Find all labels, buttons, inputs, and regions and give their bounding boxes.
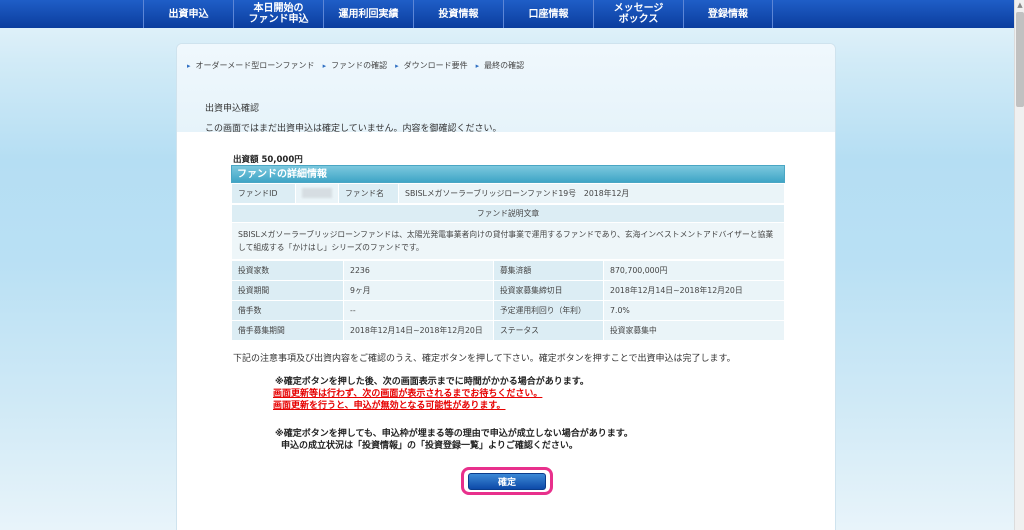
nav-item-yield-results[interactable]: 運用利回実績 <box>323 0 413 28</box>
breadcrumb-item: 最終の確認 <box>476 60 524 71</box>
stat-label: 投資期間 <box>231 280 344 301</box>
table-row: 投資期間 9ヶ月 投資家募集締切日 2018年12月14日~2018年12月20… <box>231 280 785 301</box>
investment-amount: 出資額 50,000円 <box>233 155 303 165</box>
stat-label: 借手募集期間 <box>231 320 344 341</box>
breadcrumb-item[interactable]: オーダーメード型ローンファンド <box>187 60 315 71</box>
note-not-established: ※確定ボタンを押しても、申込枠が埋まる等の理由で申込が成立しない場合があります。 <box>275 429 633 439</box>
stat-label: ステータス <box>493 320 604 341</box>
stat-value: 870,700,000円 <box>603 260 785 281</box>
nav-item-account-info[interactable]: 口座情報 <box>503 0 593 28</box>
stat-value: 2236 <box>343 260 494 281</box>
table-row: 借手数 -- 予定運用利回り（年利） 7.0% <box>231 300 785 321</box>
confirm-button[interactable]: 確定 <box>468 472 546 490</box>
vertical-scrollbar[interactable]: ▲ <box>1014 0 1024 530</box>
fund-id-value <box>295 183 339 204</box>
instruction-text: 下記の注意事項及び出資内容をご確認のうえ、確定ボタンを押して下さい。確定ボタンを… <box>233 354 736 364</box>
nav-item-application[interactable]: 出資申込 <box>143 0 233 28</box>
scroll-up-arrow-icon[interactable]: ▲ <box>1015 0 1024 10</box>
table-row: 借手募集期間 2018年12月14日~2018年12月20日 ステータス 投資家… <box>231 320 785 341</box>
nav-item-registration[interactable]: 登録情報 <box>683 0 773 28</box>
stat-value: 投資家募集中 <box>603 320 785 341</box>
fund-details: ファンドの詳細情報 ファンドID ファンド名 SBISLメガソーラーブリッジロー… <box>231 165 785 341</box>
table-row: 投資家数 2236 募集済額 870,700,000円 <box>231 260 785 281</box>
table-row: ファンド説明文章 <box>231 204 785 223</box>
stat-label: 投資家募集締切日 <box>493 280 604 301</box>
fund-description-label: ファンド説明文章 <box>231 204 785 223</box>
stat-label: 借手数 <box>231 300 344 321</box>
panel-header <box>177 44 835 132</box>
warning-invalid: 画面更新を行うと、申込が無効となる可能性があります。 <box>273 401 506 411</box>
fund-name-value: SBISLメガソーラーブリッジローンファンド19号 2018年12月 <box>398 183 785 204</box>
warning-no-refresh: 画面更新等は行わず、次の画面が表示されるまでお待ちください。 <box>273 389 543 399</box>
nav-item-investment-info[interactable]: 投資情報 <box>413 0 503 28</box>
note-delay: ※確定ボタンを押した後、次の画面表示までに時間がかかる場合があります。 <box>275 377 589 387</box>
fund-description-table: ファンド説明文章 SBISLメガソーラーブリッジローンファンドは、太陽光発電事業… <box>231 204 785 260</box>
stat-value: 7.0% <box>603 300 785 321</box>
scroll-thumb[interactable] <box>1016 12 1024 107</box>
nav-item-message-box[interactable]: メッセージ ボックス <box>593 0 683 28</box>
note-check-status: 申込の成立状況は「投資情報」の「投資登録一覧」よりご確認ください。 <box>281 441 578 451</box>
stat-value: 9ヶ月 <box>343 280 494 301</box>
breadcrumb-item[interactable]: ダウンロード要件 <box>395 60 468 71</box>
top-nav: 出資申込 本日開始の ファンド申込 運用利回実績 投資情報 口座情報 メッセージ… <box>0 0 1014 28</box>
stat-value: 2018年12月14日~2018年12月20日 <box>343 320 494 341</box>
page-title: 出資申込確認 <box>205 104 260 114</box>
fund-description: SBISLメガソーラーブリッジローンファンドは、太陽光発電事業者向けの貸付事業で… <box>231 222 785 260</box>
fund-stats-table: 投資家数 2236 募集済額 870,700,000円 投資期間 9ヶ月 投資家… <box>231 260 785 341</box>
fund-details-header: ファンドの詳細情報 <box>231 165 785 183</box>
fund-details-table: ファンドID ファンド名 SBISLメガソーラーブリッジローンファンド19号 2… <box>231 183 785 204</box>
stat-label: 予定運用利回り（年利） <box>493 300 604 321</box>
fund-id-label: ファンドID <box>231 183 296 204</box>
breadcrumb: オーダーメード型ローンファンド ファンドの確認 ダウンロード要件 最終の確認 <box>187 60 532 71</box>
confirm-button-highlight: 確定 <box>461 467 553 495</box>
main-panel: オーダーメード型ローンファンド ファンドの確認 ダウンロード要件 最終の確認 出… <box>176 43 836 530</box>
caution-notes: ※確定ボタンを押した後、次の画面表示までに時間がかかる場合があります。 画面更新… <box>269 376 633 452</box>
stat-label: 募集済額 <box>493 260 604 281</box>
nav-item-today-fund[interactable]: 本日開始の ファンド申込 <box>233 0 323 28</box>
stat-value: 2018年12月14日~2018年12月20日 <box>603 280 785 301</box>
masked-fund-id <box>302 187 332 198</box>
table-row: ファンドID ファンド名 SBISLメガソーラーブリッジローンファンド19号 2… <box>231 183 785 204</box>
stat-label: 投資家数 <box>231 260 344 281</box>
page-notice: この画面ではまだ出資申込は確定していません。内容を御確認ください。 <box>205 124 502 134</box>
breadcrumb-item[interactable]: ファンドの確認 <box>323 60 387 71</box>
fund-name-label: ファンド名 <box>338 183 399 204</box>
table-row: SBISLメガソーラーブリッジローンファンドは、太陽光発電事業者向けの貸付事業で… <box>231 222 785 260</box>
stat-value: -- <box>343 300 494 321</box>
